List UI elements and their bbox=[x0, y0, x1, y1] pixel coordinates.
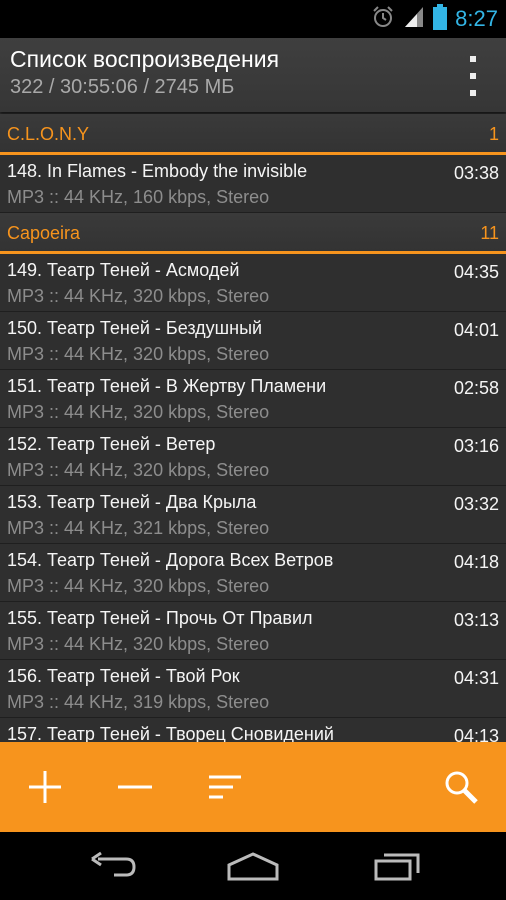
track-row[interactable]: 154. Театр Теней - Дорога Всех Ветров 04… bbox=[0, 544, 506, 602]
track-format: MP3 :: 44 KHz, 321 kbps, Stereo bbox=[7, 518, 270, 538]
track-format: MP3 :: 44 KHz, 320 kbps, Stereo bbox=[7, 344, 270, 364]
track-title: 149. Театр Теней - Асмодей bbox=[7, 260, 240, 280]
home-icon[interactable] bbox=[218, 846, 288, 886]
track-duration: 03:16 bbox=[453, 436, 499, 456]
group-name: Capoeira bbox=[7, 223, 81, 243]
action-bar: Список воспроизведения 322 / 30:55:06 / … bbox=[0, 38, 506, 112]
track-title: 154. Театр Теней - Дорога Всех Ветров bbox=[7, 550, 334, 570]
bottom-toolbar bbox=[0, 742, 506, 832]
track-format: MP3 :: 44 KHz, 320 kbps, Stereo bbox=[7, 576, 270, 596]
track-duration: 03:38 bbox=[453, 163, 499, 183]
track-format: MP3 :: 44 KHz, 320 kbps, Stereo bbox=[7, 286, 270, 306]
group-name: C.L.O.N.Y bbox=[7, 124, 90, 144]
track-title: 155. Театр Теней - Прочь От Правил bbox=[7, 608, 313, 628]
status-bar: 8:27 bbox=[0, 0, 506, 38]
playlist[interactable]: C.L.O.N.Y 1 148. In Flames - Embody the … bbox=[0, 114, 506, 742]
track-row[interactable]: 155. Театр Теней - Прочь От Правил 03:13… bbox=[0, 602, 506, 660]
overflow-menu-icon[interactable] bbox=[466, 56, 480, 96]
track-duration: 03:13 bbox=[453, 610, 499, 630]
track-format: MP3 :: 44 KHz, 319 kbps, Stereo bbox=[7, 692, 270, 712]
track-row[interactable]: 151. Театр Теней - В Жертву Пламени 02:5… bbox=[0, 370, 506, 428]
sort-icon[interactable] bbox=[200, 762, 250, 812]
track-format: MP3 :: 44 KHz, 320 kbps, Stereo bbox=[7, 402, 270, 422]
track-row[interactable]: 149. Театр Теней - Асмодей 04:35 MP3 :: … bbox=[0, 254, 506, 312]
track-row[interactable]: 157. Театр Теней - Творец Сновидений 04:… bbox=[0, 718, 506, 742]
track-format: MP3 :: 44 KHz, 320 kbps, Stereo bbox=[7, 634, 270, 654]
system-nav-bar bbox=[0, 832, 506, 900]
back-icon[interactable] bbox=[78, 846, 148, 886]
track-title: 153. Театр Теней - Два Крыла bbox=[7, 492, 257, 512]
alarm-icon bbox=[371, 5, 395, 34]
track-duration: 04:01 bbox=[453, 320, 499, 340]
track-row[interactable]: 152. Театр Теней - Ветер 03:16 MP3 :: 44… bbox=[0, 428, 506, 486]
track-row[interactable]: 153. Театр Теней - Два Крыла 03:32 MP3 :… bbox=[0, 486, 506, 544]
signal-icon bbox=[403, 5, 425, 34]
track-duration: 04:18 bbox=[453, 552, 499, 572]
track-duration: 03:32 bbox=[453, 494, 499, 514]
track-title: 152. Театр Теней - Ветер bbox=[7, 434, 216, 454]
page-title: Список воспроизведения bbox=[10, 46, 280, 72]
track-title: 148. In Flames - Embody the invisible bbox=[7, 161, 308, 181]
recents-icon[interactable] bbox=[362, 846, 432, 886]
track-title: 156. Театр Теней - Твой Рок bbox=[7, 666, 240, 686]
track-title: 150. Театр Теней - Бездушный bbox=[7, 318, 263, 338]
track-row[interactable]: 150. Театр Теней - Бездушный 04:01 MP3 :… bbox=[0, 312, 506, 370]
track-format: MP3 :: 44 KHz, 320 kbps, Stereo bbox=[7, 460, 270, 480]
group-count: 1 bbox=[488, 124, 499, 144]
group-header-clony[interactable]: C.L.O.N.Y 1 bbox=[0, 114, 506, 155]
group-header-capoeira[interactable]: Capoeira 11 bbox=[0, 213, 506, 254]
track-title: 157. Театр Теней - Творец Сновидений bbox=[7, 724, 334, 742]
playlist-summary: 322 / 30:55:06 / 2745 МБ bbox=[10, 76, 235, 98]
track-duration: 04:35 bbox=[453, 262, 499, 282]
track-duration: 04:13 bbox=[453, 726, 499, 742]
track-duration: 04:31 bbox=[453, 668, 499, 688]
search-icon[interactable] bbox=[436, 762, 486, 812]
status-time: 8:27 bbox=[455, 6, 498, 31]
status-icons: 8:27 bbox=[371, 0, 498, 38]
group-count: 11 bbox=[480, 223, 499, 243]
battery-icon bbox=[433, 3, 448, 35]
track-format: MP3 :: 44 KHz, 160 kbps, Stereo bbox=[7, 187, 270, 207]
track-duration: 02:58 bbox=[453, 378, 499, 398]
track-row[interactable]: 148. In Flames - Embody the invisible 03… bbox=[0, 155, 506, 213]
track-title: 151. Театр Теней - В Жертву Пламени bbox=[7, 376, 327, 396]
remove-icon[interactable] bbox=[110, 762, 160, 812]
add-icon[interactable] bbox=[20, 762, 70, 812]
track-row[interactable]: 156. Театр Теней - Твой Рок 04:31 MP3 ::… bbox=[0, 660, 506, 718]
